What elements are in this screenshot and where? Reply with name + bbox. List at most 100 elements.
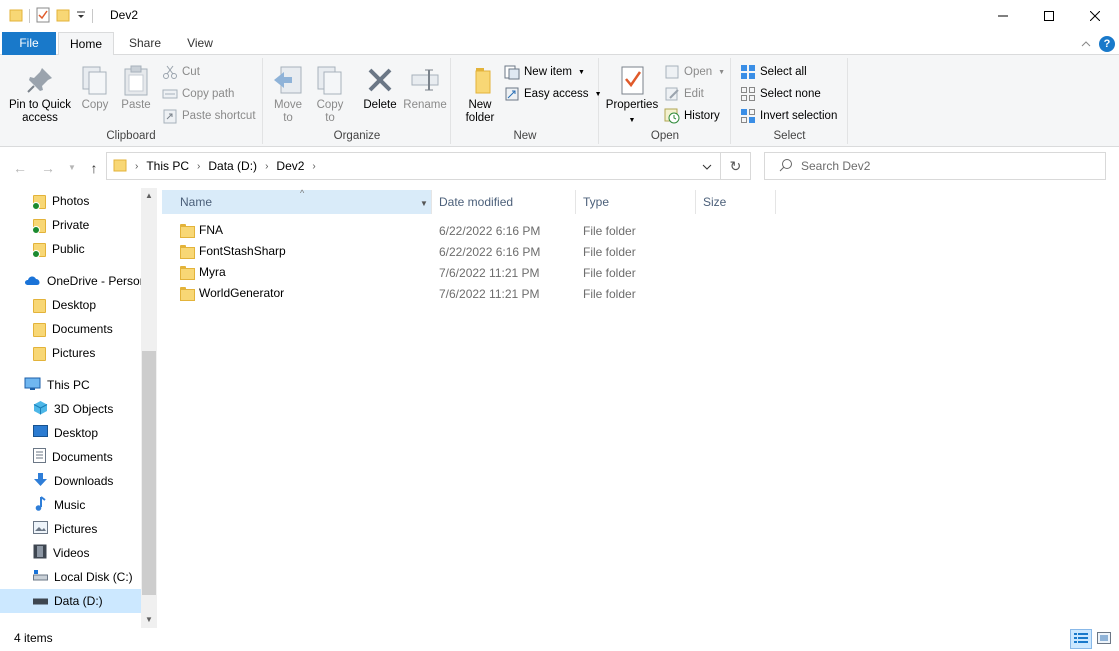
address-bar[interactable]: › This PC › Data (D:) › Dev2 ›	[106, 152, 721, 180]
column-filter-dropdown-icon[interactable]: ▼	[420, 192, 428, 216]
move-to-icon	[272, 64, 304, 96]
nav-item-downloads[interactable]: Downloads	[33, 469, 113, 493]
onedrive-cloud-icon	[24, 274, 41, 289]
paste-button[interactable]: Paste	[116, 60, 156, 112]
select-none-button[interactable]: Select none	[740, 84, 821, 104]
nav-item-onedrive-desktop[interactable]: Desktop	[33, 293, 96, 317]
nav-item-label: Pictures	[52, 346, 96, 360]
select-all-button[interactable]: Select all	[740, 62, 807, 82]
column-header-type[interactable]: Type	[576, 190, 696, 214]
column-header-date[interactable]: Date modified	[432, 190, 576, 214]
file-row[interactable]: Myra 7/6/2022 11:21 PM File folder	[162, 262, 776, 283]
film-icon	[33, 544, 47, 562]
move-to-button[interactable]: Move to	[270, 60, 306, 125]
nav-item-label: Documents	[52, 450, 113, 464]
nav-item-public[interactable]: Public	[32, 237, 85, 261]
tab-view[interactable]: View	[178, 32, 222, 55]
forward-arrow-icon[interactable]: →	[37, 157, 59, 179]
properties-button[interactable]: Properties ▼	[604, 60, 660, 127]
open-icon	[664, 64, 680, 80]
maximize-button[interactable]	[1026, 0, 1072, 32]
rename-label: Rename	[403, 99, 447, 111]
title-bar: Dev2	[0, 0, 1119, 32]
invert-selection-label: Invert selection	[760, 110, 838, 122]
music-note-icon	[33, 496, 48, 514]
nav-item-onedrive-documents[interactable]: Documents	[33, 317, 113, 341]
nav-item-this-pc[interactable]: This PC	[24, 373, 90, 397]
properties-icon[interactable]	[36, 7, 50, 26]
nav-item-local-disk-c[interactable]: Local Disk (C:)	[33, 565, 133, 589]
new-folder-button[interactable]: New folder	[458, 60, 502, 125]
file-row[interactable]: WorldGenerator 7/6/2022 11:21 PM File fo…	[162, 283, 776, 304]
help-icon[interactable]: ?	[1099, 36, 1115, 52]
customize-toolbar-icon[interactable]	[76, 9, 86, 23]
properties-label: Properties	[605, 99, 659, 111]
search-box[interactable]: Search Dev2	[764, 152, 1106, 180]
history-button[interactable]: History	[664, 106, 720, 126]
nav-item-videos[interactable]: Videos	[33, 541, 89, 565]
invert-selection-button[interactable]: Invert selection	[740, 106, 837, 126]
tab-home[interactable]: Home	[58, 32, 114, 56]
search-input[interactable]: Search Dev2	[801, 159, 870, 173]
pin-to-quick-access-button[interactable]: Pin to Quick access	[4, 60, 76, 125]
address-dropdown-icon[interactable]	[702, 160, 712, 174]
document-icon	[33, 448, 46, 466]
nav-item-label: Desktop	[54, 426, 99, 440]
nav-item-music[interactable]: Music	[33, 493, 85, 517]
copy-path-icon	[162, 86, 178, 102]
large-icons-view-button[interactable]	[1093, 629, 1115, 649]
scroll-down-icon[interactable]: ▼	[141, 612, 157, 628]
close-button[interactable]	[1072, 0, 1118, 32]
edit-button[interactable]: Edit	[664, 84, 704, 104]
select-none-label: Select none	[760, 88, 821, 100]
history-clock-icon	[664, 108, 680, 124]
nav-item-data-d[interactable]: Data (D:)	[0, 589, 141, 613]
delete-label: Delete	[363, 99, 397, 111]
copy-path-button[interactable]: Copy path	[162, 84, 234, 104]
file-row[interactable]: FNA 6/22/2022 6:16 PM File folder	[162, 220, 776, 241]
paste-shortcut-button[interactable]: Paste shortcut	[162, 106, 256, 126]
breadcrumb-this-pc[interactable]: This PC	[146, 159, 189, 173]
details-view-button[interactable]	[1070, 629, 1092, 649]
open-button[interactable]: Open ▼	[664, 62, 725, 82]
copy-to-button[interactable]: Copy to	[312, 60, 348, 125]
nav-item-documents[interactable]: Documents	[33, 445, 113, 469]
nav-item-3d-objects[interactable]: 3D Objects	[33, 397, 113, 421]
new-folder-icon[interactable]	[56, 8, 70, 25]
nav-item-pictures[interactable]: Pictures	[33, 517, 97, 541]
tab-share[interactable]: Share	[122, 32, 168, 55]
file-row[interactable]: FontStashSharp 6/22/2022 6:16 PM File fo…	[162, 241, 776, 262]
breadcrumb-data-drive[interactable]: Data (D:)	[208, 159, 257, 173]
up-arrow-icon[interactable]: ↑	[83, 157, 105, 179]
cut-button[interactable]: Cut	[162, 62, 200, 82]
nav-item-private[interactable]: Private	[32, 213, 89, 237]
tab-file[interactable]: File	[2, 32, 56, 55]
file-name: FNA	[199, 223, 223, 237]
collapse-ribbon-icon[interactable]	[1081, 37, 1091, 51]
scroll-up-icon[interactable]: ▲	[141, 188, 157, 204]
column-header-name[interactable]: ^ Name ▼	[162, 188, 432, 216]
minimize-button[interactable]	[980, 0, 1026, 32]
refresh-icon[interactable]: ↻	[721, 152, 751, 180]
column-header-name-label: Name	[180, 195, 213, 209]
copy-to-icon	[314, 64, 346, 96]
nav-item-photos[interactable]: Photos	[32, 189, 89, 213]
nav-item-desktop[interactable]: Desktop	[33, 421, 98, 445]
breadcrumb-dev2[interactable]: Dev2	[276, 159, 304, 173]
navigation-scrollbar[interactable]: ▲ ▼	[141, 188, 157, 628]
easy-access-button[interactable]: Easy access ▼	[504, 84, 602, 104]
delete-button[interactable]: Delete	[360, 60, 400, 112]
new-item-button[interactable]: New item ▼	[504, 62, 585, 82]
nav-item-label: Pictures	[54, 522, 98, 536]
rename-button[interactable]: Rename	[402, 60, 448, 112]
scrollbar-thumb[interactable]	[142, 351, 156, 595]
recent-locations-icon[interactable]: ▼	[61, 157, 83, 179]
nav-item-onedrive[interactable]: OneDrive - Persor	[24, 269, 144, 293]
column-header-size[interactable]: Size	[696, 190, 776, 214]
back-arrow-icon[interactable]: ←	[9, 157, 31, 179]
search-icon	[779, 158, 793, 175]
folder-icon	[180, 287, 195, 301]
nav-item-onedrive-pictures[interactable]: Pictures	[33, 341, 95, 365]
copy-button[interactable]: Copy	[76, 60, 114, 112]
nav-item-label: 3D Objects	[54, 402, 114, 416]
